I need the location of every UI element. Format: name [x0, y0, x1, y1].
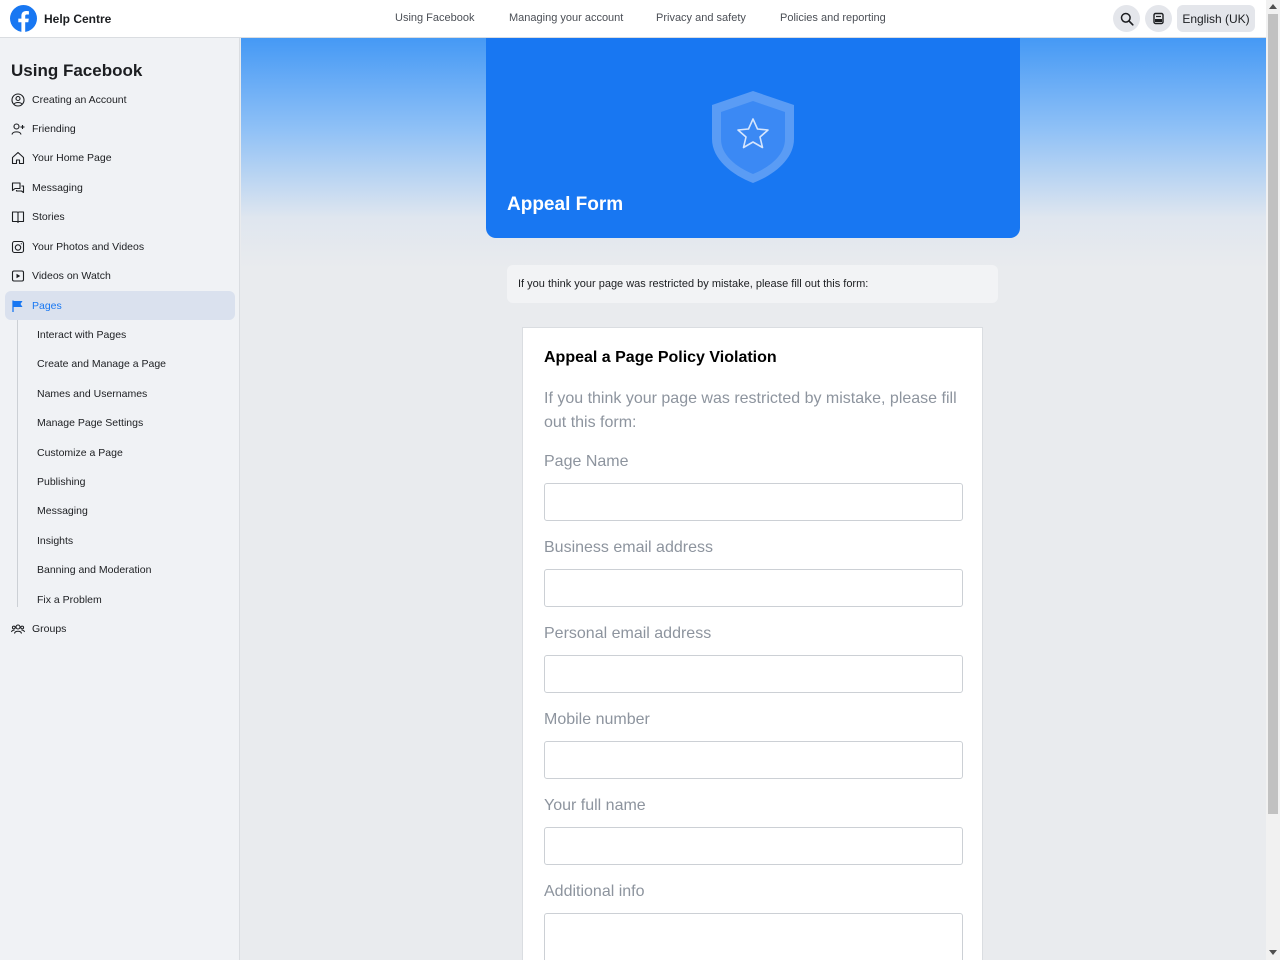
additional-info-label: Additional info [544, 883, 645, 900]
sidebar-item-home-page[interactable]: Your Home Page [5, 143, 235, 172]
sidebar-item-messaging[interactable]: Messaging [5, 173, 235, 202]
sidebar-item-label: Groups [32, 622, 67, 635]
nav-policies-reporting[interactable]: Policies and reporting [780, 12, 886, 24]
subitem-banning-moderation[interactable]: Banning and Moderation [37, 564, 151, 576]
business-email-label: Business email address [544, 539, 713, 556]
chat-bubbles-icon [11, 181, 25, 195]
sidebar-item-label: Stories [32, 210, 65, 223]
main-content: Appeal Form If you think your page was r… [241, 38, 1266, 960]
form-description: If you think your page was restricted by… [544, 390, 957, 431]
sidebar: Using Facebook Creating an Account Frien… [0, 38, 240, 960]
business-email-input[interactable] [544, 569, 963, 607]
search-button[interactable] [1113, 5, 1140, 32]
page-name-label: Page Name [544, 453, 629, 470]
mobile-number-label: Mobile number [544, 711, 650, 728]
personal-email-input[interactable] [544, 655, 963, 693]
inbox-icon [1153, 12, 1164, 25]
page-name-input[interactable] [544, 483, 963, 521]
sidebar-item-photos-videos[interactable]: Your Photos and Videos [5, 232, 235, 261]
sidebar-item-label: Your Photos and Videos [32, 240, 145, 253]
full-name-label: Your full name [544, 797, 646, 814]
subitem-interact-with-pages[interactable]: Interact with Pages [37, 329, 126, 341]
sidebar-item-label: Videos on Watch [32, 269, 111, 282]
sidebar-item-label: Friending [32, 122, 76, 135]
top-bar: Help Centre Using Facebook Managing your… [0, 0, 1266, 38]
language-selector[interactable]: English (UK) [1177, 5, 1255, 32]
sidebar-item-videos-watch[interactable]: Videos on Watch [5, 261, 235, 290]
sidebar-item-stories[interactable]: Stories [5, 202, 235, 231]
sidebar-item-creating-account[interactable]: Creating an Account [5, 85, 235, 114]
personal-email-label: Personal email address [544, 625, 712, 642]
hero-banner: Appeal Form [486, 38, 1020, 238]
flag-icon [11, 299, 25, 313]
subitem-fix-problem[interactable]: Fix a Problem [37, 594, 102, 606]
scrollbar-thumb[interactable] [1268, 14, 1278, 814]
scroll-up-arrow-icon[interactable] [1269, 4, 1277, 9]
subitem-names-usernames[interactable]: Names and Usernames [37, 388, 147, 400]
appeal-form: Appeal a Page Policy Violation If you th… [522, 327, 983, 960]
mobile-number-input[interactable] [544, 741, 963, 779]
notice-banner: If you think your page was restricted by… [507, 265, 998, 303]
search-icon [1120, 12, 1134, 26]
camera-icon [11, 240, 25, 254]
nav-managing-account[interactable]: Managing your account [509, 12, 623, 24]
subitem-messaging[interactable]: Messaging [37, 505, 88, 517]
sidebar-item-label: Your Home Page [32, 151, 112, 164]
shield-star-icon [712, 91, 794, 183]
subitem-customize-page[interactable]: Customize a Page [37, 447, 123, 459]
sidebar-item-friending[interactable]: Friending [5, 114, 235, 143]
inbox-button[interactable] [1145, 5, 1172, 32]
subitem-insights[interactable]: Insights [37, 535, 73, 547]
subitem-publishing[interactable]: Publishing [37, 476, 85, 488]
sidebar-item-label: Creating an Account [32, 93, 127, 106]
scroll-down-arrow-icon[interactable] [1269, 950, 1277, 955]
home-icon [11, 151, 25, 165]
groups-icon [11, 622, 25, 636]
sidebar-item-pages[interactable]: Pages [5, 291, 235, 320]
facebook-logo-icon[interactable] [10, 5, 37, 32]
page-title: Appeal Form [507, 194, 624, 215]
subitem-create-manage-page[interactable]: Create and Manage a Page [37, 358, 166, 370]
sidebar-item-label: Messaging [32, 181, 83, 194]
sidebar-title: Using Facebook [11, 61, 143, 80]
brand[interactable]: Help Centre [10, 5, 111, 32]
sidebar-item-label: Pages [32, 299, 62, 312]
form-title: Appeal a Page Policy Violation [544, 349, 777, 366]
nav-using-facebook[interactable]: Using Facebook [395, 12, 475, 24]
full-name-input[interactable] [544, 827, 963, 865]
help-centre-title[interactable]: Help Centre [44, 12, 111, 26]
nav-privacy-safety[interactable]: Privacy and safety [656, 12, 746, 24]
page-scrollbar[interactable] [1266, 0, 1280, 960]
subitem-manage-page-settings[interactable]: Manage Page Settings [37, 417, 143, 429]
submenu-divider [17, 320, 18, 607]
additional-info-textarea[interactable] [544, 913, 963, 960]
play-icon [11, 269, 25, 283]
book-icon [11, 210, 25, 224]
user-circle-icon [11, 92, 25, 107]
sidebar-item-groups[interactable]: Groups [5, 614, 235, 643]
add-friend-icon [11, 122, 25, 136]
